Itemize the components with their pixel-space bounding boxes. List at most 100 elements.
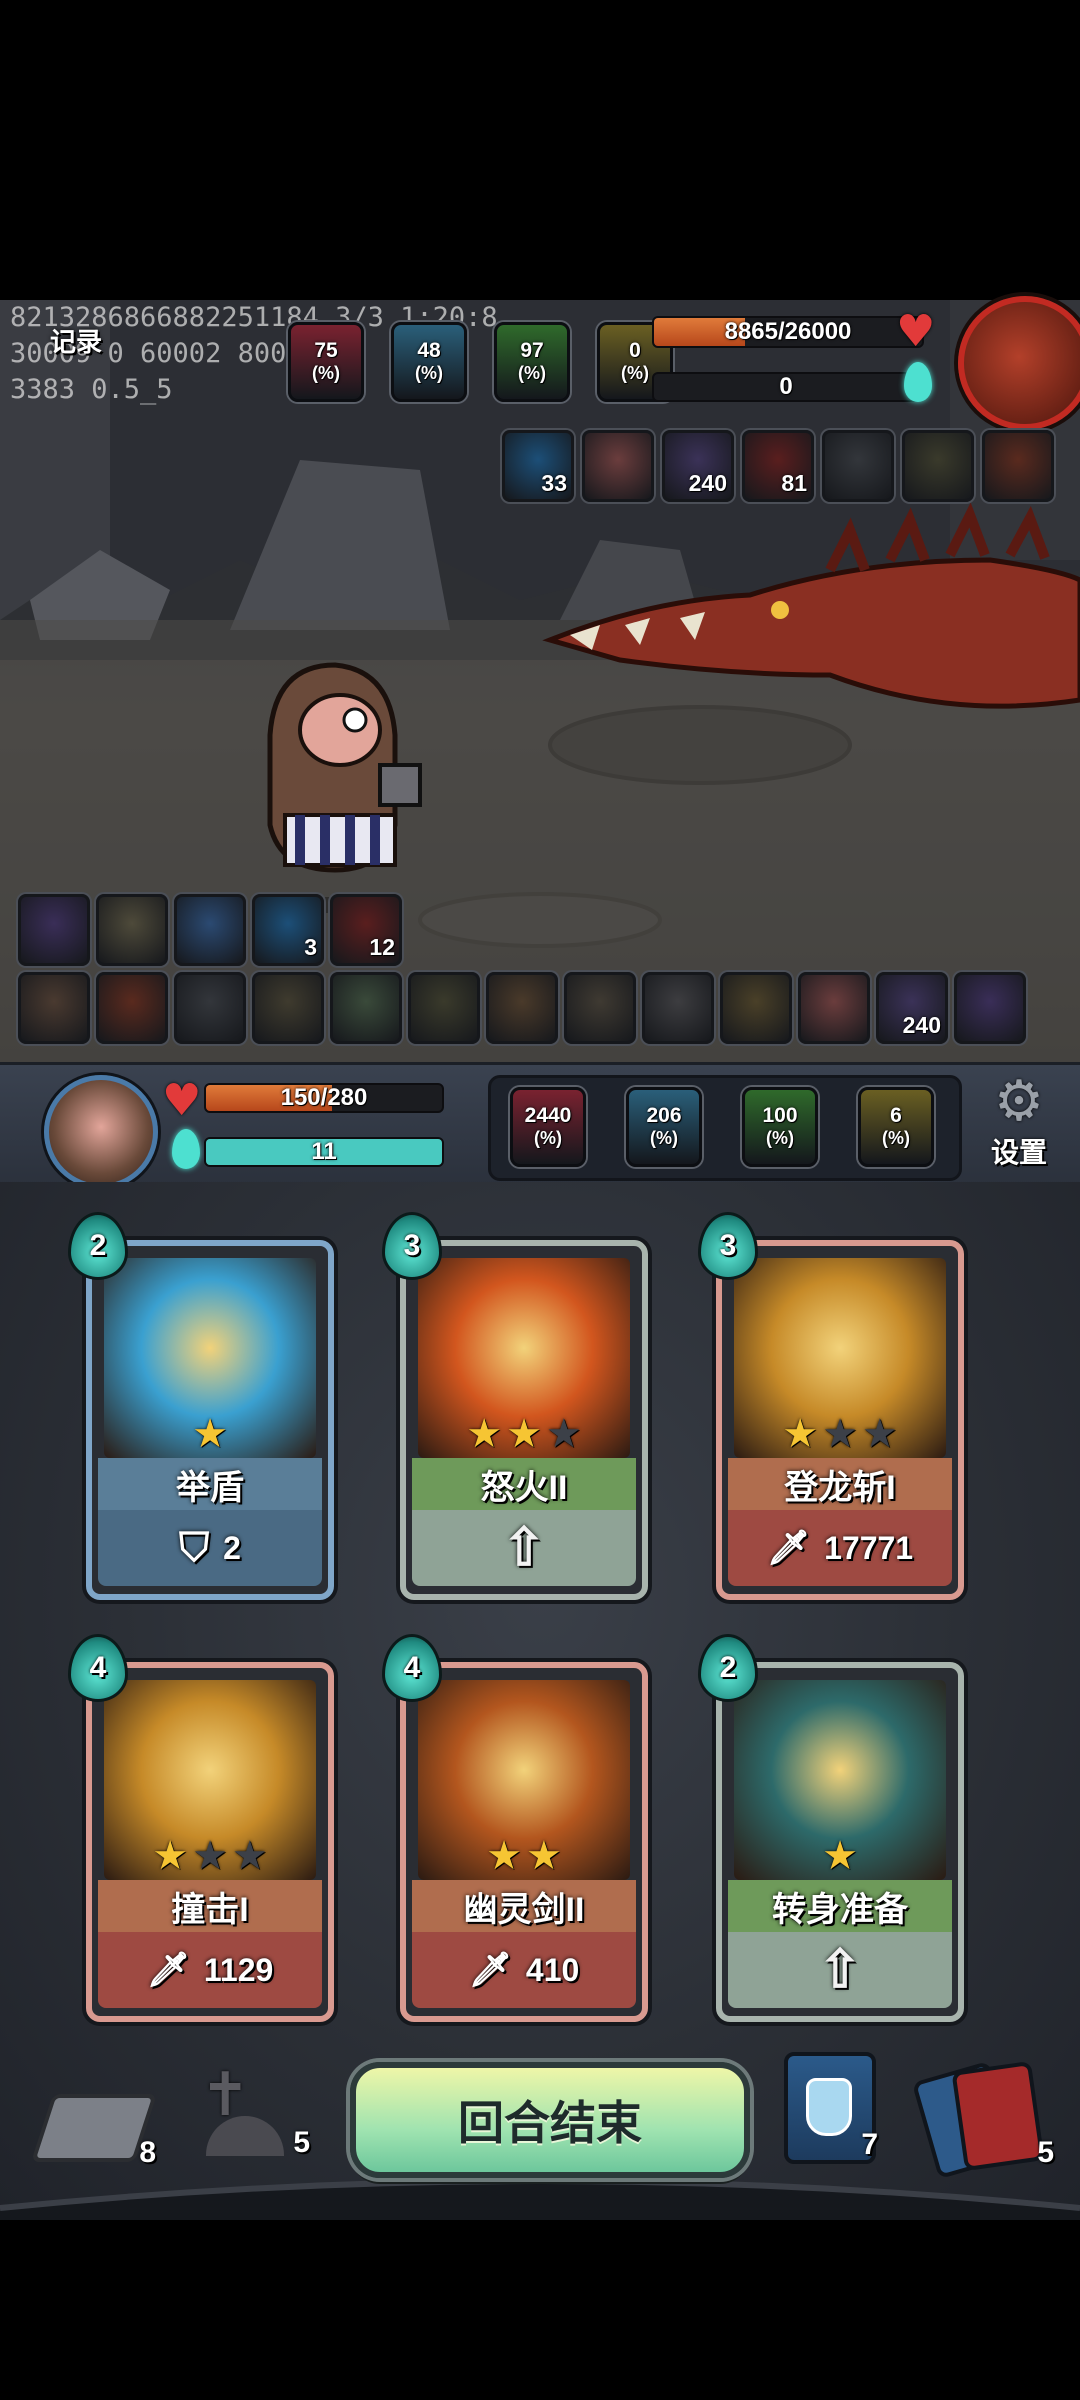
card-name: 撞击I — [98, 1880, 322, 1932]
potion-count: 7 — [861, 2128, 878, 2161]
player-stat-unit: (%) — [534, 1128, 562, 1148]
card-value: 410 — [525, 1951, 580, 1988]
hand-card[interactable]: ★ 转身准备 ⇧ — [716, 1662, 964, 2022]
golden-flute-icon[interactable] — [720, 972, 792, 1044]
graveyard-pile[interactable]: ✝ 5 — [196, 2060, 316, 2170]
sword-damage-icon: 🗡 — [468, 1951, 512, 1989]
flame-icon[interactable]: 12 — [330, 894, 402, 966]
end-turn-label: 回合结束 — [458, 2097, 642, 2149]
helmet-icon[interactable] — [18, 972, 90, 1044]
card-stars: ★ ★ ★ — [722, 1412, 958, 1456]
player-hp-bar: 150/280 — [204, 1083, 444, 1113]
discard-count: 5 — [1037, 2136, 1054, 2169]
star-filled-icon: ★ — [822, 1833, 858, 1879]
owl-icon[interactable] — [564, 972, 636, 1044]
enemy-hp-bar: 8865/26000 — [652, 316, 924, 348]
card-stars: ★ — [722, 1834, 958, 1878]
hourglass-icon[interactable] — [902, 430, 974, 502]
card-stars: ★ ★ ★ — [92, 1834, 328, 1878]
fire-apple-icon[interactable] — [982, 430, 1054, 502]
player-stat-attack: 2440 (%) — [510, 1087, 586, 1167]
player-buff-row-2: 240 — [18, 972, 1026, 1044]
flask-icon — [806, 2078, 852, 2136]
enemy-energy-bar: 0 — [652, 372, 920, 402]
player-stat-value: 100 — [762, 1104, 798, 1127]
buff-count: 12 — [369, 934, 395, 960]
player-stat-dodge: 6 (%) — [858, 1087, 934, 1167]
buff-count: 81 — [781, 470, 807, 496]
star-filled-icon: ★ — [486, 1833, 522, 1879]
enemy-stat-unit: (%) — [415, 363, 443, 383]
teacup-icon[interactable] — [642, 972, 714, 1044]
crystal-flesh-icon[interactable] — [798, 972, 870, 1044]
crystal-flesh-icon[interactable] — [582, 430, 654, 502]
goblin-helm-icon[interactable] — [330, 972, 402, 1044]
draw-pile[interactable]: 8 — [30, 2080, 158, 2170]
shield-icon[interactable]: 3 — [252, 894, 324, 966]
card-name: 怒火II — [412, 1458, 636, 1510]
star-filled-icon: ★ — [192, 1411, 228, 1457]
enemy-stat-unit: (%) — [621, 363, 649, 383]
purple-gem-icon[interactable] — [18, 894, 90, 966]
player-hero[interactable] — [245, 655, 435, 915]
card-footer: ⛉ 2 — [98, 1510, 322, 1586]
card-footer: ⇧ — [728, 1932, 952, 2008]
card-name: 举盾 — [98, 1458, 322, 1510]
buff-count: 33 — [541, 470, 567, 496]
dragon-enemy[interactable] — [530, 500, 1080, 740]
heart-icon: ♥ — [896, 306, 936, 357]
star-filled-icon: ★ — [526, 1833, 562, 1879]
spiked-collar-icon[interactable] — [822, 430, 894, 502]
enemy-stat-value: 48 — [417, 339, 441, 362]
cannon-icon[interactable] — [252, 972, 324, 1044]
card-stars: ★ — [92, 1412, 328, 1456]
enemy-stat-defense: 97 (%) — [494, 322, 570, 402]
card-name: 登龙斩I — [728, 1458, 952, 1510]
card-name: 幽灵剑II — [412, 1880, 636, 1932]
dice-sword-icon[interactable]: 240 — [876, 972, 948, 1044]
player-stat-defense: 100 (%) — [742, 1087, 818, 1167]
settings-label: 设置 — [990, 1137, 1047, 1168]
upgrade-arrow-icon: ⇧ — [502, 1519, 546, 1577]
player-panel: ♥ 150/280 11 2440 (%) 206 (%) 100 (%) 6 (%) … — [0, 1062, 1080, 1189]
settings-button[interactable]: ⚙ 设置 — [976, 1073, 1062, 1181]
hand-card[interactable]: ★ ★ ★ 撞击I 🗡 1129 — [86, 1662, 334, 2022]
star-empty-icon: ★ — [545, 1411, 582, 1457]
player-portrait[interactable] — [44, 1075, 158, 1189]
claw-slash-icon[interactable]: 81 — [742, 430, 814, 502]
sun-gear-icon[interactable] — [96, 894, 168, 966]
hand-card[interactable]: ★ 举盾 ⛉ 2 — [86, 1240, 334, 1600]
draw-pile-count: 8 — [139, 2136, 156, 2169]
star-empty-icon: ★ — [231, 1833, 268, 1879]
spiked-collar-icon[interactable] — [174, 972, 246, 1044]
hand-card[interactable]: ★ ★ ★ 登龙斩I 🗡 17771 — [716, 1240, 964, 1600]
star-empty-icon: ★ — [861, 1411, 898, 1457]
enemy-stat-value: 0 — [629, 339, 641, 362]
discard-pile[interactable]: 5 — [911, 2060, 1064, 2180]
enemy-portrait[interactable] — [958, 296, 1080, 430]
enemy-hp-text: 8865/26000 — [724, 318, 852, 345]
record-button[interactable]: 记录 — [36, 318, 116, 362]
star-filled-icon: ★ — [152, 1833, 189, 1879]
hand-card[interactable]: ★ ★ ★ 怒火II ⇧ — [400, 1240, 648, 1600]
enemy-stats: 75 (%) 48 (%) 97 (%) 0 (%) — [288, 322, 673, 402]
pouch-icon[interactable] — [486, 972, 558, 1044]
shield-icon[interactable]: 33 — [502, 430, 574, 502]
shield-badge-icon[interactable] — [174, 894, 246, 966]
hourglass-icon[interactable] — [408, 972, 480, 1044]
hand-card[interactable]: ★ ★ 幽灵剑II 🗡 410 — [400, 1662, 648, 2022]
card-stars: ★ ★ — [406, 1834, 642, 1878]
star-empty-icon: ★ — [192, 1833, 228, 1879]
end-turn-button[interactable]: 回合结束 — [350, 2062, 750, 2178]
enemy-energy-text: 0 — [779, 373, 793, 400]
card-footer: 🗡 410 — [412, 1932, 636, 2008]
potion-pile[interactable]: 7 — [782, 2052, 882, 2164]
player-buff-row-1: 3 12 — [18, 894, 402, 966]
enemy-stat-unit: (%) — [518, 363, 546, 383]
card-footer: ⇧ — [412, 1510, 636, 1586]
card-value: 1129 — [203, 1951, 274, 1988]
fire-apple-icon[interactable] — [96, 972, 168, 1044]
soul-flame-icon — [904, 362, 932, 402]
dark-crystal-icon[interactable] — [954, 972, 1026, 1044]
dice-sword-icon[interactable]: 240 — [662, 430, 734, 502]
